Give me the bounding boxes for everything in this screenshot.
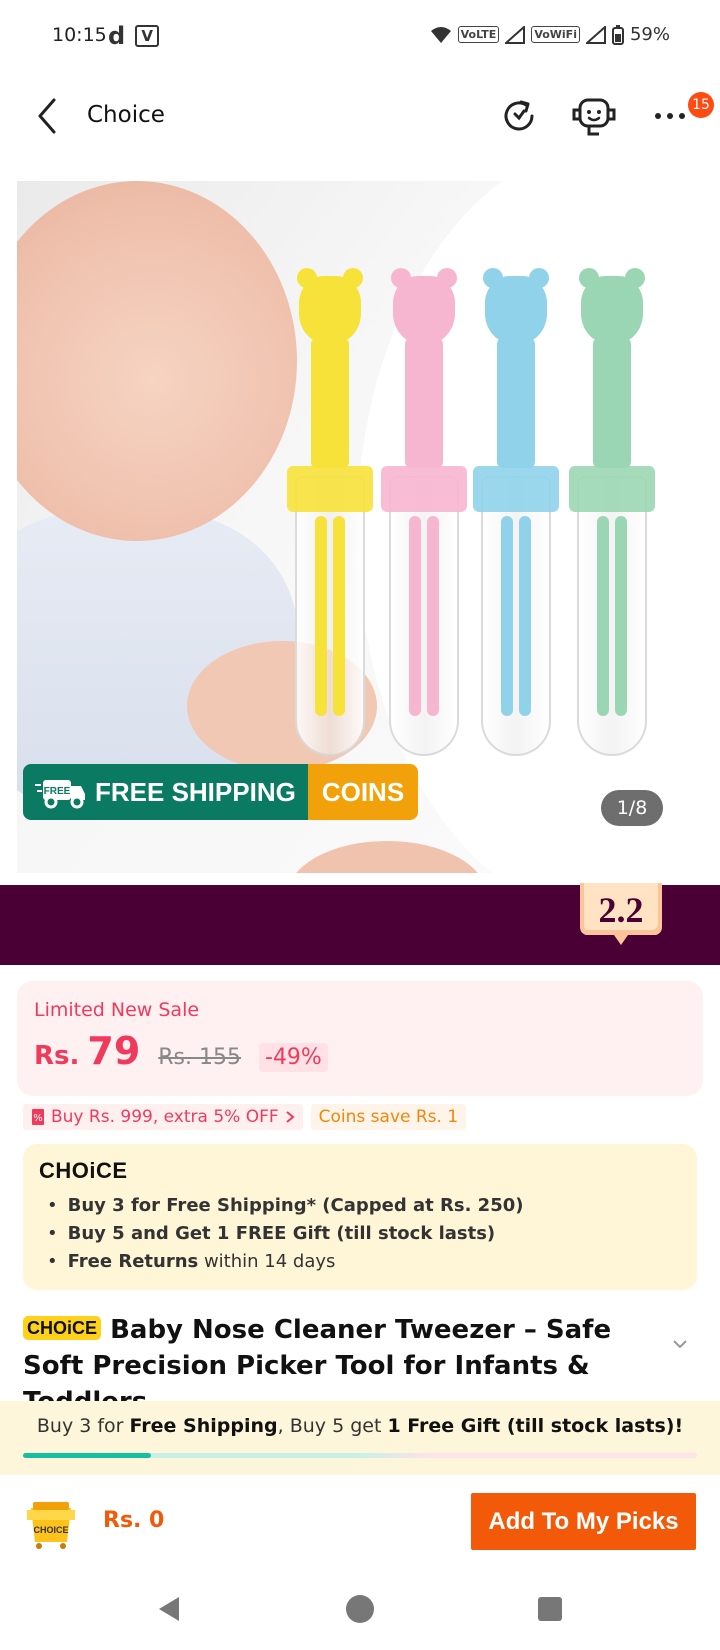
coins-label: COINS	[307, 764, 419, 820]
bottom-action-bar: CHOICE Rs. 0 Add To My Picks	[0, 1478, 720, 1564]
signal-icon	[585, 25, 606, 44]
price-row: Rs. 79 Rs. 155 -49%	[34, 1029, 328, 1073]
tweezer-item	[287, 268, 373, 766]
benefit-item: Buy 3 for Free Shipping* (Capped at Rs. …	[47, 1192, 524, 1220]
event-tag: 2.2	[578, 883, 664, 947]
history-icon	[504, 100, 534, 131]
battery-icon	[611, 24, 624, 45]
promo-banner[interactable]: 2.2	[0, 883, 720, 965]
choice-logo: CHOiCE	[39, 1158, 128, 1183]
tweezer-item	[569, 268, 655, 766]
nav-back-button[interactable]	[153, 1592, 187, 1626]
cart-label: CHOICE	[33, 1525, 68, 1535]
status-bar: 10:15 d V VoLTE VoWiFi 59%	[0, 0, 720, 72]
back-button[interactable]	[30, 96, 66, 136]
choice-benefits-card[interactable]: CHOiCE Buy 3 for Free Shipping* (Capped …	[23, 1144, 697, 1290]
tweezer-item	[381, 268, 467, 766]
more-dots-icon	[655, 113, 685, 119]
app-notification-icon: d	[108, 22, 126, 50]
nav-home-button[interactable]	[343, 1592, 377, 1626]
shipping-promo-bar: Buy 3 for Free Shipping, Buy 5 get 1 Fre…	[0, 1401, 720, 1475]
picks-total: Rs. 0	[103, 1508, 165, 1533]
free-shipping-text: FREE SHIPPING	[95, 776, 296, 807]
discount-badge: -49%	[259, 1043, 328, 1072]
original-price: Rs. 155	[158, 1045, 241, 1070]
price-currency: Rs.	[34, 1041, 80, 1071]
choice-cart-button[interactable]: CHOICE	[23, 1498, 79, 1550]
history-button[interactable]	[495, 92, 543, 140]
shipping-progress-track	[23, 1453, 697, 1458]
choice-benefits-list: Buy 3 for Free Shipping* (Capped at Rs. …	[47, 1192, 524, 1276]
event-tag-label: 2.2	[598, 890, 644, 930]
page-title: Choice	[87, 102, 165, 128]
truck-icon: FREE	[35, 780, 85, 809]
robot-support-icon	[572, 98, 616, 136]
svg-text:%: %	[33, 1113, 43, 1124]
status-notification-icons: d V	[108, 22, 160, 50]
truck-free-text: FREE	[44, 786, 71, 797]
coupon-row: % Buy Rs. 999, extra 5% OFF Coins save R…	[23, 1104, 467, 1130]
volte-badge: VoLTE	[457, 26, 500, 43]
wifi-icon	[430, 26, 451, 43]
chevron-down-icon	[673, 1340, 687, 1349]
choice-cart-icon: CHOICE	[27, 1502, 75, 1549]
benefit-item: Buy 5 and Get 1 FREE Gift (till stock la…	[47, 1220, 523, 1248]
more-button[interactable]	[646, 92, 694, 140]
benefit-item: Free Returns within 14 days	[47, 1248, 523, 1276]
coins-save-badge: Coins save Rs. 1	[310, 1104, 467, 1130]
nav-recents-button[interactable]	[533, 1592, 567, 1626]
status-system-icons: VoLTE VoWiFi 59%	[430, 24, 670, 45]
expand-title-button[interactable]	[670, 1334, 690, 1354]
customer-service-button[interactable]	[570, 92, 618, 140]
circle-home-icon	[346, 1595, 374, 1623]
vowifi-badge: VoWiFi	[531, 26, 580, 43]
chevron-left-icon	[38, 98, 56, 134]
square-recents-icon	[538, 1597, 562, 1621]
image-page-indicator: 1/8	[601, 790, 663, 826]
shipping-promo-text: Buy 3 for Free Shipping, Buy 5 get 1 Fre…	[36, 1415, 684, 1437]
add-to-picks-button[interactable]: Add To My Picks	[471, 1493, 696, 1550]
free-shipping-badge: FREE FREE SHIPPING COINS	[23, 764, 419, 820]
free-shipping-label: FREE FREE SHIPPING	[23, 764, 308, 820]
status-time: 10:15	[52, 24, 107, 46]
extra-off-coupon[interactable]: % Buy Rs. 999, extra 5% OFF	[23, 1104, 303, 1130]
battery-percent: 59%	[629, 24, 670, 45]
notification-badge: 15	[688, 92, 714, 118]
product-image-gallery[interactable]: FREE FREE SHIPPING COINS 1/8	[17, 181, 703, 873]
coupon-icon: %	[32, 1109, 44, 1125]
sale-label: Limited New Sale	[34, 999, 200, 1021]
app-notification-icon: V	[135, 25, 160, 47]
extra-off-text: Buy Rs. 999, extra 5% OFF	[51, 1107, 279, 1127]
triangle-back-icon	[159, 1597, 179, 1621]
chevron-right-icon	[286, 1111, 295, 1123]
tweezer-item	[473, 268, 559, 766]
choice-pill: CHOiCE	[23, 1316, 102, 1340]
top-header: Choice	[0, 80, 720, 152]
system-nav-bar	[0, 1570, 720, 1650]
signal-icon	[505, 25, 526, 44]
shipping-progress-fill	[23, 1453, 152, 1458]
price-card: Limited New Sale Rs. 79 Rs. 155 -49%	[17, 981, 703, 1096]
current-price: 79	[87, 1029, 141, 1073]
